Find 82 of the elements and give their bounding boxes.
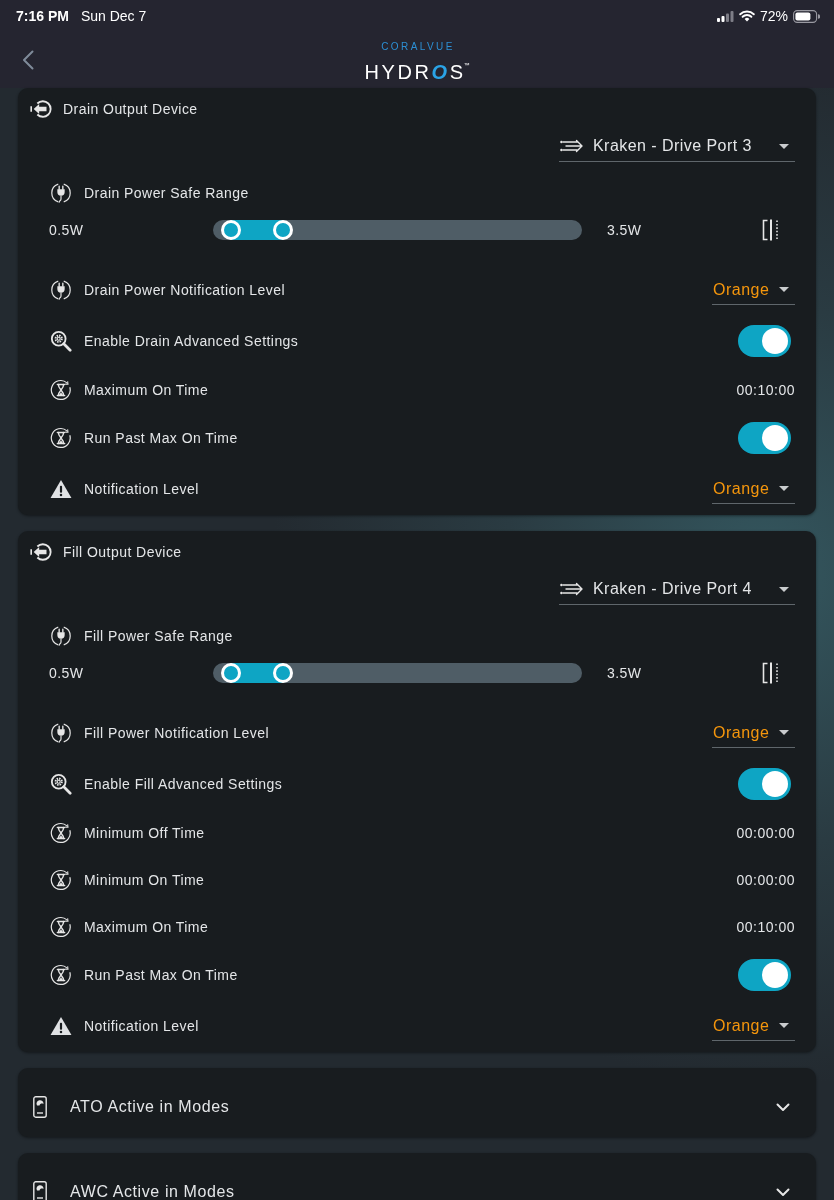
caret-down-icon: [779, 486, 789, 491]
plug-icon: [50, 182, 72, 204]
logo-wordmark: HYDROS$^{™}$: [364, 59, 470, 82]
section-header[interactable]: ATO Active in Modes: [18, 1096, 816, 1118]
range-min-value: 0.5W: [49, 222, 85, 238]
time-value: 00:00:00: [736, 824, 795, 841]
caret-down-icon: [779, 287, 789, 292]
setting-label: Run Past Max On Time: [84, 430, 238, 446]
slider-handle[interactable]: [221, 220, 242, 240]
tablet-icon: [33, 1096, 47, 1118]
setting-label: Enable Drain Advanced Settings: [84, 333, 299, 349]
plug-icon: [50, 722, 72, 744]
plug-icon: [50, 279, 72, 301]
hourglass-icon: [50, 868, 72, 891]
arrows-right-icon: [560, 139, 584, 153]
section-title: Drain Output Device: [63, 101, 198, 117]
battery-percent: 72%: [759, 8, 788, 24]
wifi-icon: [738, 10, 755, 22]
section-title: Fill Output Device: [63, 544, 182, 560]
caret-down-icon: [779, 586, 789, 592]
level-select[interactable]: Orange: [712, 275, 795, 305]
hourglass-icon: [50, 915, 72, 938]
level-select[interactable]: Orange: [712, 718, 795, 748]
setting-label: Maximum On Time: [84, 381, 209, 398]
device-select[interactable]: Kraken - Drive Port 3: [559, 131, 795, 162]
setting-label: Maximum On Time: [84, 918, 209, 935]
slider-handle[interactable]: [221, 663, 242, 683]
column-split-icon: [762, 219, 780, 241]
level-select[interactable]: Orange: [712, 474, 795, 504]
chevron-down-icon: [776, 1102, 790, 1112]
setting-label: Notification Level: [84, 1018, 199, 1034]
setting-label: Drain Power Safe Range: [84, 185, 249, 201]
slider-handle[interactable]: [273, 663, 294, 683]
caret-down-icon: [779, 730, 789, 735]
warning-icon: [50, 1016, 72, 1036]
section-header[interactable]: AWC Active in Modes: [18, 1181, 816, 1200]
arrow-circle-icon: [30, 98, 52, 120]
back-icon: [22, 50, 34, 70]
setting-label: Run Past Max On Time: [84, 967, 238, 983]
chevron-down-icon: [776, 1187, 790, 1197]
caret-down-icon: [779, 143, 789, 149]
arrow-circle-icon: [30, 541, 52, 563]
range-min-value: 0.5W: [49, 665, 85, 681]
toggle-switch[interactable]: [738, 768, 791, 800]
tablet-icon: [33, 1181, 47, 1200]
warning-icon: [50, 479, 72, 499]
toggle-switch[interactable]: [738, 325, 791, 357]
setting-label: Minimum On Time: [84, 871, 205, 888]
signal-icon: [716, 10, 734, 22]
range-max-value: 3.5W: [607, 665, 642, 681]
plug-icon: [50, 625, 72, 647]
slider-track[interactable]: [213, 220, 582, 240]
column-split-icon: [762, 662, 780, 684]
setting-label: Fill Power Safe Range: [84, 628, 233, 644]
time-value: 00:10:00: [736, 381, 795, 398]
device-select[interactable]: Kraken - Drive Port 4: [559, 574, 795, 605]
time-value: 00:10:00: [736, 918, 795, 935]
hourglass-icon: [50, 821, 72, 844]
hourglass-icon: [50, 964, 72, 986]
toggle-switch[interactable]: [738, 422, 791, 454]
setting-label: Minimum Off Time: [84, 824, 205, 841]
hourglass-icon: [50, 427, 72, 449]
gear-search-icon: [50, 773, 72, 795]
gear-search-icon: [50, 330, 72, 352]
slider-track[interactable]: [213, 663, 582, 683]
arrows-right-icon: [560, 582, 584, 596]
level-select[interactable]: Orange: [712, 1011, 795, 1041]
battery-icon: [793, 9, 820, 23]
hourglass-icon: [50, 378, 72, 401]
back-button[interactable]: [20, 49, 36, 71]
setting-label: Drain Power Notification Level: [84, 282, 286, 298]
setting-label: Notification Level: [84, 481, 199, 497]
slider-handle[interactable]: [273, 220, 294, 240]
time-value: 00:00:00: [736, 871, 795, 888]
status-date: Sun Dec 7: [80, 8, 147, 24]
setting-label: Enable Fill Advanced Settings: [84, 776, 283, 792]
status-time: 7:16 PM: [16, 8, 69, 24]
toggle-switch[interactable]: [738, 959, 791, 991]
caret-down-icon: [779, 1023, 789, 1028]
range-max-value: 3.5W: [607, 222, 642, 238]
setting-label: Fill Power Notification Level: [84, 725, 269, 741]
logo-tagline: CORALVUE: [380, 40, 455, 52]
